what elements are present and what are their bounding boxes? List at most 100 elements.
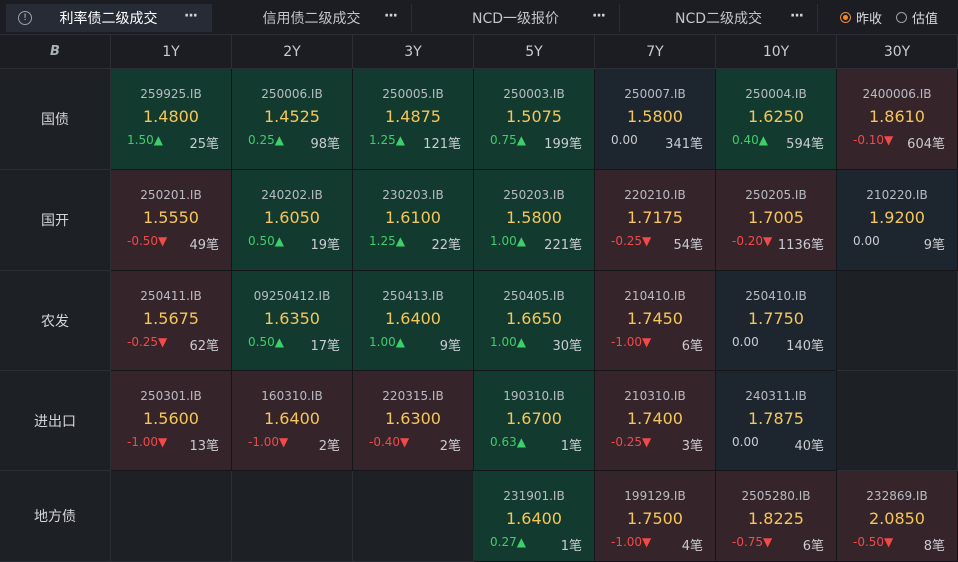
yield-cell[interactable]: 231901.IB 1.6400 0.27▲ 1笔 [474, 471, 595, 562]
tab-ncd-primary-quote[interactable]: NCD一级报价 ··· [412, 4, 620, 32]
yield-cell[interactable]: 2505280.IB 1.8225 -0.75▼ 6笔 [716, 471, 837, 562]
bond-yield: 1.7500 [627, 509, 683, 528]
bond-yield: 1.4525 [264, 107, 320, 126]
trade-count: 6笔 [802, 539, 824, 554]
yield-cell[interactable]: 250004.IB 1.6250 0.40▲ 594笔 [716, 69, 837, 170]
bond-code: 220315.IB [382, 389, 444, 403]
trade-count: 54笔 [673, 238, 703, 253]
bond-code: 210220.IB [866, 188, 928, 202]
radio-prev-close[interactable]: 昨收 [839, 8, 882, 27]
radio-checked-icon [839, 12, 851, 23]
yield-change: 1.00▲ [369, 335, 405, 349]
yield-cell[interactable]: 190310.IB 1.6700 0.63▲ 1笔 [474, 371, 595, 471]
yield-cell[interactable]: 250003.IB 1.5075 0.75▲ 199笔 [474, 69, 595, 170]
more-dots-icon[interactable]: ··· [184, 8, 198, 24]
row-header: 地方债 [0, 471, 111, 562]
column-header-2y[interactable]: 2Y [232, 35, 353, 69]
bond-yield: 1.6100 [385, 208, 441, 227]
yield-cell[interactable]: 250201.IB 1.5550 -0.50▼ 49笔 [111, 170, 232, 271]
bond-code: 231901.IB [503, 489, 565, 503]
trade-count: 1笔 [560, 539, 582, 554]
trade-count: 121笔 [423, 137, 461, 152]
yield-cell[interactable]: 210410.IB 1.7450 -1.00▼ 6笔 [595, 271, 716, 371]
bond-code: 09250412.IB [253, 289, 331, 303]
bond-code: 240311.IB [745, 389, 807, 403]
bond-code: 2400006.IB [862, 87, 932, 101]
yield-cell[interactable]: 2400006.IB 1.8610 -0.10▼ 604笔 [837, 69, 958, 170]
bond-yield: 1.5075 [506, 107, 562, 126]
yield-cell[interactable]: 199129.IB 1.7500 -1.00▼ 4笔 [595, 471, 716, 562]
bond-code: 199129.IB [624, 489, 686, 503]
yield-change: -0.50▼ [853, 535, 894, 549]
more-dots-icon[interactable]: ··· [790, 8, 804, 24]
corner-logo-icon: B [0, 35, 111, 69]
tab-ncd-secondary[interactable]: NCD二级成交 ··· [620, 4, 818, 32]
yield-cell[interactable]: 09250412.IB 1.6350 0.50▲ 17笔 [232, 271, 353, 371]
trade-count: 3笔 [681, 439, 703, 454]
yield-cell[interactable]: 259925.IB 1.4800 1.50▲ 25笔 [111, 69, 232, 170]
bond-yield: 1.7400 [627, 409, 683, 428]
radio-valuation[interactable]: 估值 [895, 8, 938, 27]
yield-cell[interactable]: 230203.IB 1.6100 1.25▲ 22笔 [353, 170, 474, 271]
yield-cell[interactable]: 220315.IB 1.6300 -0.40▼ 2笔 [353, 371, 474, 471]
trade-count: 13笔 [189, 439, 219, 454]
yield-cell[interactable]: 220210.IB 1.7175 -0.25▼ 54笔 [595, 170, 716, 271]
yield-cell[interactable]: 250005.IB 1.4875 1.25▲ 121笔 [353, 69, 474, 170]
yield-cell[interactable]: 210220.IB 1.9200 0.00 9笔 [837, 170, 958, 271]
trade-count: 604笔 [907, 137, 945, 152]
yield-cell[interactable]: 250405.IB 1.6650 1.00▲ 30笔 [474, 271, 595, 371]
row-header: 农发 [0, 271, 111, 371]
yield-change: 1.00▲ [490, 234, 526, 248]
yield-cell[interactable]: 250203.IB 1.5800 1.00▲ 221笔 [474, 170, 595, 271]
tab-label: 信用债二级成交 [262, 11, 361, 27]
trade-count: 30笔 [552, 339, 582, 354]
column-header-30y[interactable]: 30Y [837, 35, 958, 69]
bond-code: 210410.IB [624, 289, 686, 303]
yield-cell[interactable]: 160310.IB 1.6400 -1.00▼ 2笔 [232, 371, 353, 471]
bond-code: 250411.IB [140, 289, 202, 303]
tab-rate-bond-secondary[interactable]: ! 利率债二级成交 ··· [6, 4, 212, 32]
yield-cell[interactable]: 250413.IB 1.6400 1.00▲ 9笔 [353, 271, 474, 371]
bond-yield: 1.6700 [506, 409, 562, 428]
bond-code: 160310.IB [261, 389, 323, 403]
trade-count: 17笔 [310, 339, 340, 354]
tab-label: NCD二级成交 [674, 11, 763, 27]
bond-yield: 1.5800 [506, 208, 562, 227]
empty-cell [837, 271, 958, 371]
tab-credit-bond-secondary[interactable]: 信用债二级成交 ··· [212, 4, 412, 32]
bond-code: 250413.IB [382, 289, 444, 303]
yield-change: 0.50▲ [248, 335, 284, 349]
bond-yield: 1.5800 [627, 107, 683, 126]
yield-change: 1.00▲ [490, 335, 526, 349]
column-header-5y[interactable]: 5Y [474, 35, 595, 69]
column-header-7y[interactable]: 7Y [595, 35, 716, 69]
more-dots-icon[interactable]: ··· [592, 8, 606, 24]
column-header-1y[interactable]: 1Y [111, 35, 232, 69]
bond-code: 240202.IB [261, 188, 323, 202]
bond-yield: 1.6350 [264, 309, 320, 328]
yield-cell[interactable]: 250205.IB 1.7005 -0.20▼ 1136笔 [716, 170, 837, 271]
more-dots-icon[interactable]: ··· [384, 8, 398, 24]
column-header-10y[interactable]: 10Y [716, 35, 837, 69]
yield-cell[interactable]: 240311.IB 1.7875 0.00 40笔 [716, 371, 837, 471]
yield-cell[interactable]: 232869.IB 2.0850 -0.50▼ 8笔 [837, 471, 958, 562]
trade-count: 9笔 [439, 339, 461, 354]
empty-cell [111, 471, 232, 562]
yield-cell[interactable]: 250410.IB 1.7750 0.00 140笔 [716, 271, 837, 371]
bond-yield: 1.8610 [869, 107, 925, 126]
bond-yield: 1.6400 [385, 309, 441, 328]
yield-change: -1.00▼ [611, 335, 652, 349]
trade-count: 594笔 [786, 137, 824, 152]
yield-cell[interactable]: 250301.IB 1.5600 -1.00▼ 13笔 [111, 371, 232, 471]
yield-change: 0.40▲ [732, 133, 768, 147]
yield-cell[interactable]: 250006.IB 1.4525 0.25▲ 98笔 [232, 69, 353, 170]
yield-cell[interactable]: 210310.IB 1.7400 -0.25▼ 3笔 [595, 371, 716, 471]
bond-yield: 1.6300 [385, 409, 441, 428]
yield-cell[interactable]: 250411.IB 1.5675 -0.25▼ 62笔 [111, 271, 232, 371]
yield-cell[interactable]: 250007.IB 1.5800 0.00 341笔 [595, 69, 716, 170]
empty-cell [353, 471, 474, 562]
yield-cell[interactable]: 240202.IB 1.6050 0.50▲ 19笔 [232, 170, 353, 271]
column-header-3y[interactable]: 3Y [353, 35, 474, 69]
price-basis-radio-group: 昨收 估值 [839, 8, 938, 27]
info-icon[interactable]: ! [18, 11, 32, 25]
